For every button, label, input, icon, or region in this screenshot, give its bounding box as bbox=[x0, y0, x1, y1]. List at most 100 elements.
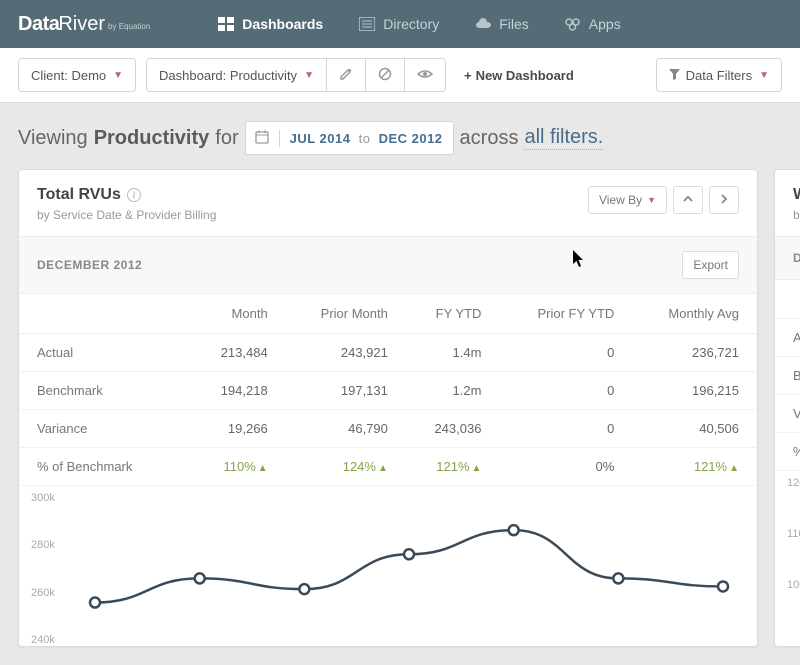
logo-sub: River bbox=[58, 13, 105, 36]
nav-apps[interactable]: Apps bbox=[547, 0, 639, 48]
caret-down-icon: ▼ bbox=[759, 70, 769, 81]
export-label: Export bbox=[693, 258, 728, 272]
filter-icon bbox=[669, 68, 680, 83]
col-prior-month: Prior Month bbox=[286, 294, 406, 334]
nav-label: Apps bbox=[589, 16, 621, 32]
info-icon[interactable]: i bbox=[127, 188, 141, 202]
calendar-icon bbox=[246, 130, 280, 147]
cards-row: Total RVUs i by Service Date & Provider … bbox=[0, 169, 800, 665]
new-dashboard-label: New Dashboard bbox=[476, 68, 574, 83]
card-total-rvus: Total RVUs i by Service Date & Provider … bbox=[18, 169, 758, 647]
table-cell: 0% bbox=[499, 448, 632, 486]
table-cell: 0 bbox=[499, 372, 632, 410]
table-cell: 1.2m bbox=[406, 372, 500, 410]
col-fy-ytd: FY YTD bbox=[406, 294, 500, 334]
table-cell: 124%▲ bbox=[286, 448, 406, 486]
row-label: Actual bbox=[19, 334, 192, 372]
metrics-table: Month Prior Month FY YTD Prior FY YTD Mo… bbox=[19, 294, 757, 486]
date-to-word: to bbox=[355, 131, 375, 146]
row-label: % of Benchmark bbox=[19, 448, 192, 486]
table-row: % o bbox=[775, 432, 800, 470]
logo-main: Data bbox=[18, 13, 59, 36]
directory-icon bbox=[359, 17, 375, 31]
view-by-dropdown[interactable]: View By ▼ bbox=[588, 186, 667, 214]
dashboard-dropdown[interactable]: Dashboard: Productivity ▼ bbox=[146, 58, 327, 92]
data-filters-dropdown[interactable]: Data Filters ▼ bbox=[656, 58, 782, 92]
nav-links: Dashboards Directory Files Apps bbox=[200, 0, 638, 48]
nav-directory[interactable]: Directory bbox=[341, 0, 457, 48]
card-title-text: Total RVUs bbox=[37, 186, 121, 204]
toolbar: Client: Demo ▼ Dashboard: Productivity ▼… bbox=[0, 48, 800, 103]
table-cell: 243,921 bbox=[286, 334, 406, 372]
data-filters-label: Data Filters bbox=[686, 68, 752, 83]
table-cell: 196,215 bbox=[632, 372, 757, 410]
viewing-prefix: Viewing bbox=[18, 127, 88, 150]
table-row: Actual213,484243,9211.4m0236,721 bbox=[19, 334, 757, 372]
next-button[interactable] bbox=[709, 186, 739, 214]
table-cell: 243,036 bbox=[406, 410, 500, 448]
col-prior-fy-ytd: Prior FY YTD bbox=[499, 294, 632, 334]
table-row: Variance19,26646,790243,036040,506 bbox=[19, 410, 757, 448]
table-cell: 0 bbox=[499, 410, 632, 448]
table-cell: 194,218 bbox=[192, 372, 286, 410]
prohibit-icon bbox=[378, 67, 392, 84]
card-subtitle: by bbox=[793, 208, 800, 222]
logo-tagline: by Equation bbox=[108, 22, 150, 31]
table-cell: 121%▲ bbox=[406, 448, 500, 486]
period-label: DE bbox=[793, 251, 800, 265]
date-from: JUL 2014 bbox=[290, 131, 351, 146]
viewing-across: across bbox=[460, 127, 519, 150]
date-range-picker[interactable]: JUL 2014 to DEC 2012 bbox=[245, 121, 454, 155]
export-button[interactable]: Export bbox=[682, 251, 739, 279]
col-label bbox=[19, 294, 192, 334]
table-cell: 19,266 bbox=[192, 410, 286, 448]
ytick: 280k bbox=[31, 539, 71, 551]
client-label: Client: Demo bbox=[31, 68, 106, 83]
nav-label: Dashboards bbox=[242, 16, 323, 32]
chevron-right-icon bbox=[719, 193, 729, 207]
table-row: Be bbox=[775, 356, 800, 394]
table-cell: 40,506 bbox=[632, 410, 757, 448]
table-row: Benchmark194,218197,1311.2m0196,215 bbox=[19, 372, 757, 410]
ytick: 110k bbox=[787, 528, 800, 540]
trend-chart: 300k 280k 260k 240k bbox=[19, 486, 757, 646]
viewing-for: for bbox=[215, 127, 238, 150]
pencil-icon bbox=[339, 67, 353, 84]
period-label: DECEMBER 2012 bbox=[37, 258, 142, 272]
viewing-summary: Viewing Productivity for JUL 2014 to DEC… bbox=[0, 103, 800, 169]
card-title: Total RVUs i bbox=[37, 186, 216, 204]
card-peek: Wo by DE Ac Be Va % o 120k 110k 100k bbox=[774, 169, 800, 647]
filters-link[interactable]: all filters. bbox=[524, 126, 603, 150]
card-subtitle: by Service Date & Provider Billing bbox=[37, 208, 216, 222]
edit-button[interactable] bbox=[326, 58, 366, 92]
card-subheader: DECEMBER 2012 Export bbox=[19, 237, 757, 294]
table-cell: 197,131 bbox=[286, 372, 406, 410]
ytick: 300k bbox=[31, 492, 71, 504]
table-cell: 121%▲ bbox=[632, 448, 757, 486]
client-dropdown[interactable]: Client: Demo ▼ bbox=[18, 58, 136, 92]
visibility-button[interactable] bbox=[404, 58, 446, 92]
col-month: Month bbox=[192, 294, 286, 334]
chevron-up-icon bbox=[683, 193, 693, 207]
logo[interactable]: Data River by Equation bbox=[18, 13, 150, 36]
view-by-label: View By bbox=[599, 193, 642, 207]
nav-label: Directory bbox=[383, 16, 439, 32]
table-cell: 236,721 bbox=[632, 334, 757, 372]
viewing-dashboard-name: Productivity bbox=[94, 127, 210, 150]
top-nav: Data River by Equation Dashboards Direct… bbox=[0, 0, 800, 48]
new-dashboard-button[interactable]: + New Dashboard bbox=[456, 68, 582, 83]
collapse-button[interactable] bbox=[673, 186, 703, 214]
table-cell: 46,790 bbox=[286, 410, 406, 448]
disable-button[interactable] bbox=[365, 58, 405, 92]
card-title: Wo bbox=[793, 186, 800, 204]
row-label: Variance bbox=[19, 410, 192, 448]
nav-files[interactable]: Files bbox=[457, 0, 547, 48]
ytick: 240k bbox=[31, 634, 71, 646]
nav-dashboards[interactable]: Dashboards bbox=[200, 0, 341, 48]
table-cell: 213,484 bbox=[192, 334, 286, 372]
chart-y-labels: 300k 280k 260k 240k bbox=[31, 492, 71, 646]
caret-down-icon: ▼ bbox=[647, 195, 656, 205]
card-header: Total RVUs i by Service Date & Provider … bbox=[19, 170, 757, 237]
table-row: Va bbox=[775, 394, 800, 432]
chart-svg bbox=[75, 490, 743, 640]
